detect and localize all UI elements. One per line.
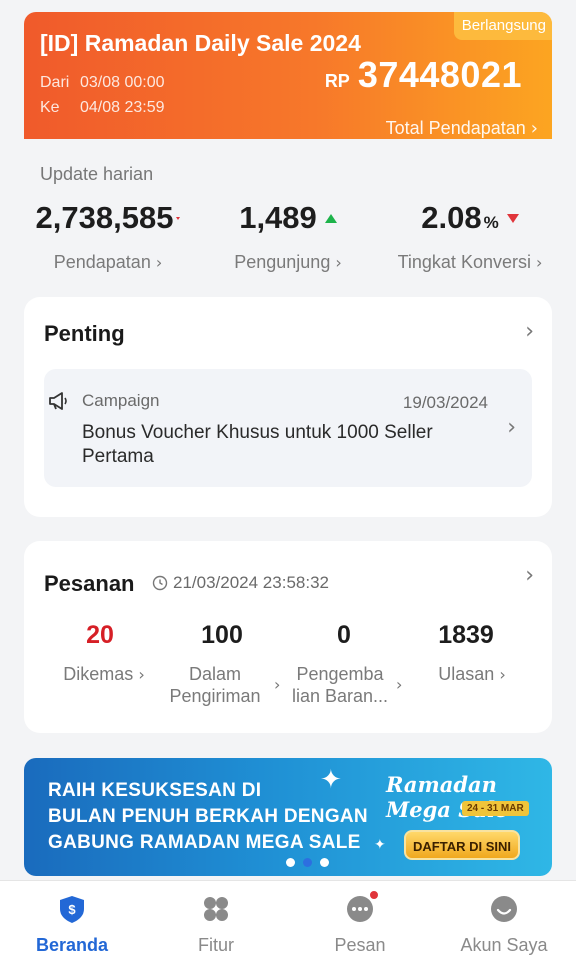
revenue-label: Pendapatan bbox=[53, 252, 151, 272]
sparkle-icon: ✦ bbox=[320, 764, 342, 794]
nav-features[interactable]: Fitur bbox=[156, 893, 276, 956]
profile-icon bbox=[488, 893, 520, 925]
reviews-label-text: Ulasan bbox=[438, 664, 495, 684]
nav-features-label: Fitur bbox=[198, 935, 234, 955]
carousel-indicator bbox=[286, 858, 329, 867]
carousel-dot[interactable] bbox=[286, 858, 295, 867]
nav-home-label: Beranda bbox=[35, 935, 109, 955]
metric-visitors[interactable]: 1,489 Pengunjung › bbox=[220, 200, 356, 273]
chevron-right-icon[interactable]: › bbox=[525, 319, 534, 344]
packed-label[interactable]: Dikemas › bbox=[44, 663, 164, 686]
orders-timestamp-value: 21/03/2024 23:58:32 bbox=[173, 573, 329, 592]
trend-up-icon bbox=[324, 213, 337, 223]
campaign-title: [ID] Ramadan Daily Sale 2024 bbox=[40, 30, 361, 56]
currency-label: RP bbox=[324, 71, 350, 91]
carousel-dot-active[interactable] bbox=[303, 858, 312, 867]
orders-title: Pesanan bbox=[44, 571, 135, 596]
chat-icon bbox=[344, 889, 380, 925]
trend-down-icon bbox=[506, 213, 519, 223]
orders-timestamp: 21/03/2024 23:58:32 bbox=[152, 573, 329, 593]
notification-dot bbox=[368, 889, 380, 901]
revenue-value: 2,738,585 bbox=[35, 200, 174, 235]
reviews-count[interactable]: 1839 bbox=[426, 621, 506, 650]
shipping-label[interactable]: Dalam Pengiriman bbox=[166, 663, 264, 707]
orders-card: Pesanan 21/03/2024 23:58:32 › 20 100 0 1… bbox=[24, 541, 552, 733]
returns-label[interactable]: Pengemba lian Baran... bbox=[288, 663, 392, 707]
svg-text:$: $ bbox=[68, 902, 76, 917]
event-dates: 24 - 31 MAR bbox=[462, 801, 529, 816]
nav-messages[interactable]: Pesan bbox=[300, 889, 420, 956]
to-value: 04/08 23:59 bbox=[80, 99, 165, 116]
packed-label-text: Dikemas bbox=[63, 664, 134, 684]
important-title: Penting bbox=[44, 321, 125, 346]
promo-line-3: GABUNG RAMADAN MEGA SALE bbox=[48, 832, 361, 853]
campaign-banner[interactable]: [ID] Ramadan Daily Sale 2024 Berlangsung… bbox=[24, 12, 552, 139]
conversion-label: Tingkat Konversi bbox=[397, 252, 531, 272]
bottom-nav: $ Beranda Fitur Pesan Akun Saya bbox=[0, 880, 576, 968]
trend-down-icon bbox=[176, 216, 181, 220]
returns-count[interactable]: 0 bbox=[304, 621, 384, 650]
campaign-amount: RP 37448021 bbox=[325, 54, 522, 96]
grid-icon bbox=[200, 893, 232, 925]
campaign-status-badge: Berlangsung bbox=[453, 12, 552, 40]
promo-banner[interactable]: RAIH KESUKSESAN DI BULAN PENUH BERKAH DE… bbox=[24, 758, 552, 876]
chevron-right-icon[interactable]: › bbox=[525, 563, 534, 588]
important-card: Penting › Campaign 19/03/2024 Bonus Vouc… bbox=[24, 297, 552, 517]
visitors-value: 1,489 bbox=[239, 200, 317, 235]
chevron-right-icon: › bbox=[536, 253, 543, 272]
chevron-right-icon: › bbox=[396, 675, 403, 694]
total-revenue-label: Total Pendapatan bbox=[385, 118, 526, 138]
total-revenue-link[interactable]: Total Pendapatan › bbox=[386, 118, 538, 139]
promo-line-2: BULAN PENUH BERKAH DENGAN bbox=[48, 806, 368, 827]
promo-line-1: RAIH KESUKSESAN DI bbox=[48, 780, 262, 801]
chevron-right-icon: › bbox=[530, 118, 538, 139]
chevron-right-icon: › bbox=[499, 665, 506, 684]
notice-item[interactable]: Campaign 19/03/2024 Bonus Voucher Khusus… bbox=[44, 369, 532, 487]
conversion-unit: % bbox=[483, 213, 499, 232]
metric-conversion[interactable]: 2.08% Tingkat Konversi › bbox=[390, 200, 550, 273]
campaign-dates: Dari 03/08 00:00 Ke 04/08 23:59 bbox=[40, 70, 165, 120]
from-label: Dari bbox=[40, 74, 70, 91]
nav-messages-label: Pesan bbox=[334, 935, 386, 955]
sparkle-icon: ✦ bbox=[374, 836, 386, 852]
visitors-label: Pengunjung bbox=[234, 252, 331, 272]
chevron-right-icon: › bbox=[138, 665, 145, 684]
chevron-right-icon: › bbox=[274, 675, 281, 694]
nav-account[interactable]: Akun Saya bbox=[444, 893, 564, 956]
notice-category: Campaign bbox=[49, 391, 160, 411]
notice-date: 19/03/2024 bbox=[402, 393, 488, 412]
conversion-value: 2.08 bbox=[421, 200, 482, 235]
to-label: Ke bbox=[40, 99, 60, 116]
carousel-dot[interactable] bbox=[320, 858, 329, 867]
amount-value: 37448021 bbox=[357, 54, 522, 95]
shipping-count[interactable]: 100 bbox=[182, 621, 262, 650]
notice-message: Bonus Voucher Khusus untuk 1000 Seller P… bbox=[82, 422, 433, 467]
chevron-right-icon: › bbox=[507, 415, 516, 440]
home-shield-icon: $ bbox=[56, 893, 88, 925]
megaphone-icon bbox=[48, 391, 70, 411]
daily-update-label: Update harian bbox=[40, 164, 154, 184]
metric-revenue[interactable]: 2,738,585 Pendapatan › bbox=[26, 200, 190, 273]
nav-home[interactable]: $ Beranda bbox=[12, 893, 132, 956]
notice-category-label: Campaign bbox=[82, 391, 160, 410]
chevron-right-icon: › bbox=[335, 253, 342, 272]
chevron-right-icon: › bbox=[155, 253, 163, 272]
packed-count[interactable]: 20 bbox=[60, 621, 140, 650]
register-button[interactable]: DAFTAR DI SINI bbox=[404, 830, 520, 860]
clock-icon bbox=[152, 575, 168, 591]
from-value: 03/08 00:00 bbox=[80, 74, 165, 91]
nav-account-label: Akun Saya bbox=[460, 935, 548, 955]
reviews-label[interactable]: Ulasan › bbox=[422, 663, 522, 686]
